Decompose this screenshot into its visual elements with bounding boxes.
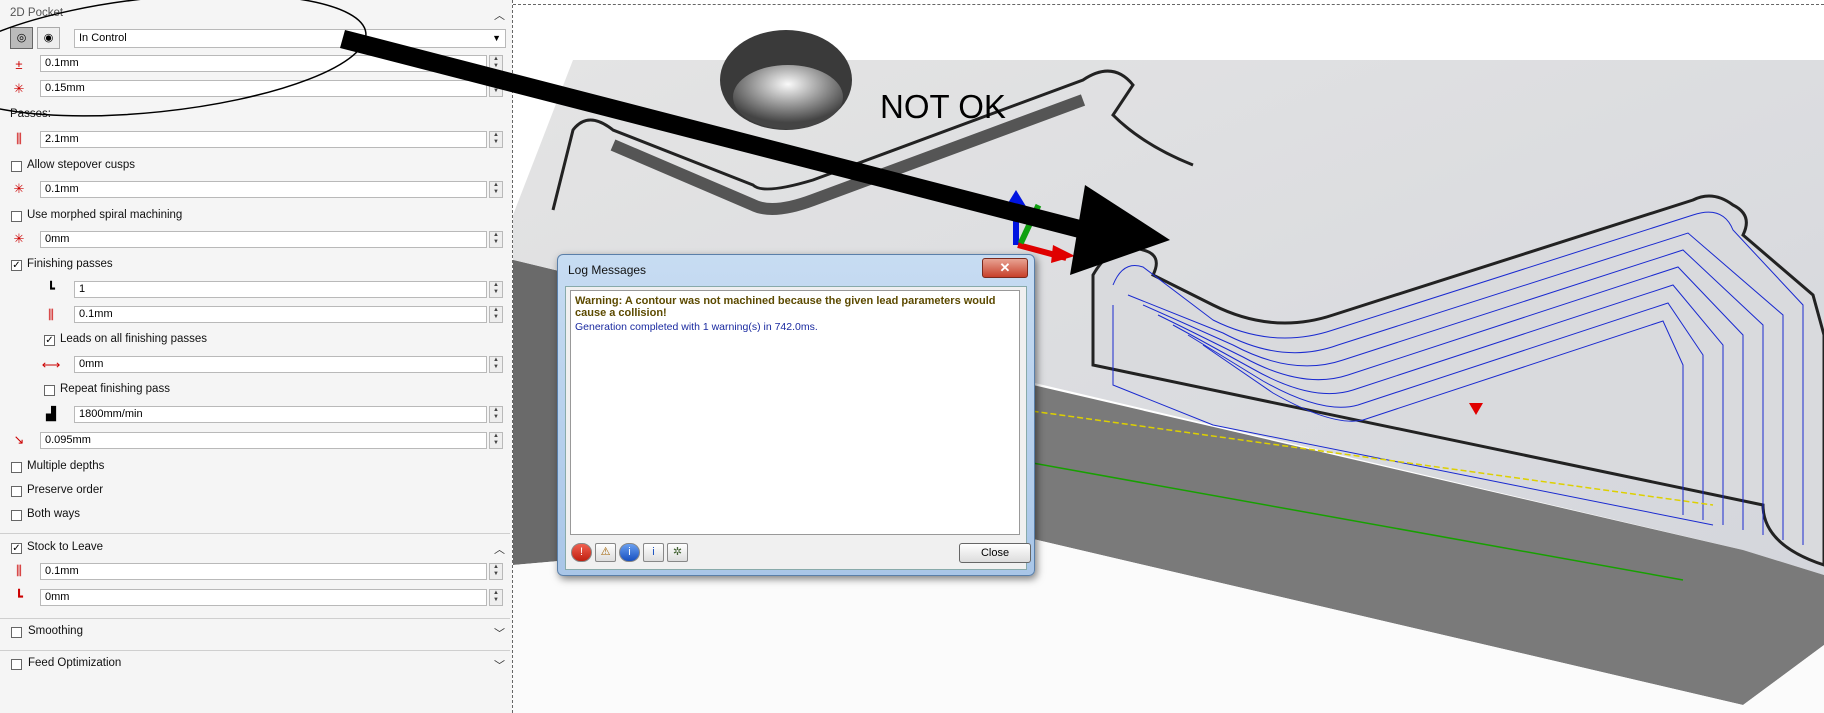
annotation-arrowhead-icon [1070, 185, 1170, 275]
annotation-ellipse [0, 0, 367, 117]
log-warning-message: Warning: A contour was not machined beca… [575, 295, 996, 319]
warning-filter-icon[interactable]: ⚠ [595, 543, 616, 562]
info-filter-icon[interactable]: i [619, 543, 640, 562]
log-info-message: Generation completed with 1 warning(s) i… [575, 321, 818, 333]
dialog-close-x-button[interactable]: ✕ [982, 258, 1028, 278]
dialog-title: Log Messages [568, 263, 647, 277]
annotation-arrow-shaft [340, 30, 1100, 242]
error-filter-icon[interactable]: ! [571, 543, 592, 562]
debug-filter-icon[interactable]: ✲ [667, 543, 688, 562]
close-button[interactable]: Close [959, 543, 1031, 563]
dialog-body: Warning: A contour was not machined beca… [565, 286, 1031, 570]
details-filter-icon[interactable]: i [643, 543, 664, 562]
log-messages-dialog: Log Messages ✕ Warning: A contour was no… [557, 254, 1035, 576]
not-ok-annotation: NOT OK [880, 88, 1006, 125]
log-list: Warning: A contour was not machined beca… [570, 290, 1020, 535]
